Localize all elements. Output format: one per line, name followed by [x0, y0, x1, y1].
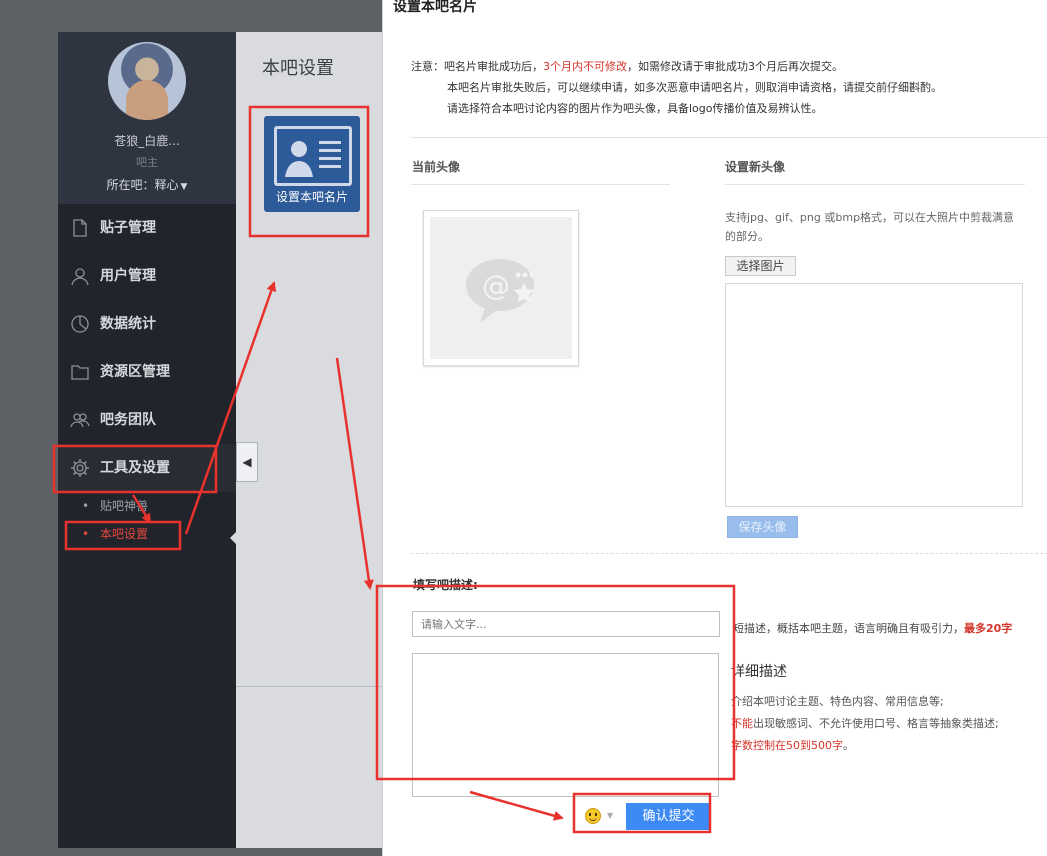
divider — [411, 137, 1047, 138]
sidebar-item-label: 资源区管理 — [100, 364, 170, 380]
sidebar: 苍狼_白鹿... 吧主 所在吧：释心 ▼ 贴子管理 用户管理 数据统计 资源区管理… — [58, 32, 236, 848]
folder-icon — [71, 365, 89, 380]
current-avatar-heading: 当前头像 — [412, 160, 461, 174]
chart-pie-icon — [71, 315, 89, 333]
dashed-divider — [411, 553, 1047, 554]
sidebar-subitem-label: 贴吧神兽 — [100, 499, 149, 513]
default-avatar-placeholder: @ — [430, 217, 572, 359]
sidebar-item-label: 吧务团队 — [100, 412, 156, 428]
current-bar-label: 所在吧：释心 — [106, 178, 179, 192]
chevron-left-icon: ◀ — [242, 455, 252, 469]
sidebar-item-posts[interactable]: 贴子管理 — [58, 204, 236, 252]
long-hint-line1: 介绍本吧讨论主题、特色内容、常用信息等; — [731, 695, 944, 708]
new-avatar-heading: 设置新头像 — [725, 160, 786, 174]
sidebar-item-label: 工具及设置 — [100, 460, 170, 476]
short-description-input[interactable] — [412, 611, 720, 637]
smiley-icon — [585, 808, 601, 824]
user-icon — [71, 268, 89, 286]
sidebar-item-label: 数据统计 — [100, 316, 156, 332]
notice-text: 注意：吧名片审批成功后，3个月内不可修改，如需修改请于审批成功3个月后再次提交。… — [411, 56, 1031, 119]
sidebar-item-label: 用户管理 — [100, 268, 156, 284]
team-icon — [70, 413, 90, 428]
long-hint-line3-end: 。 — [843, 739, 854, 752]
sidebar-item-stats[interactable]: 数据统计 — [58, 300, 236, 348]
bullet-icon: • — [82, 527, 90, 541]
notice-line1-red: 3个月内不可修改 — [543, 60, 627, 73]
dialog-title: 设置本吧名片 — [393, 0, 477, 15]
long-description-heading: 详细描述 — [731, 664, 787, 680]
short-description-hint: 短描述，概括本吧主题，语言明确且有吸引力，最多20字 — [733, 620, 1012, 636]
sidebar-subitem-bar-settings[interactable]: • 本吧设置 — [58, 522, 236, 546]
caret-down-icon: ▼ — [180, 182, 188, 192]
chat-bubble-icon: @ — [466, 259, 535, 323]
description-heading: 填写吧描述: — [413, 578, 478, 592]
long-hint-line2-red: 不能 — [731, 717, 753, 730]
caret-down-icon: ▼ — [607, 811, 614, 820]
divider — [725, 184, 1025, 185]
choose-image-button[interactable]: 选择图片 — [725, 256, 796, 276]
content-area: 本吧设置 设置本吧名片 — [236, 32, 388, 848]
bullet-icon: • — [82, 499, 90, 513]
divider — [411, 184, 670, 185]
set-bar-card-tile[interactable]: 设置本吧名片 — [264, 116, 360, 212]
notice-line3: 请选择符合本吧讨论内容的图片作为吧头像，具备logo传播价值及易辨认性。 — [447, 102, 823, 115]
tile-label: 设置本吧名片 — [275, 190, 348, 204]
short-hint-text: 短描述，概括本吧主题，语言明确且有吸引力， — [733, 622, 964, 635]
collapse-sidebar-button[interactable]: ◀ — [236, 442, 258, 482]
sidebar-subitem-label: 本吧设置 — [100, 527, 149, 541]
sidebar-item-resources[interactable]: 资源区管理 — [58, 348, 236, 396]
sidebar-item-tools-settings[interactable]: 工具及设置 — [58, 444, 236, 492]
long-description-hint: 介绍本吧讨论主题、特色内容、常用信息等; 不能出现敏感词、不允许使用口号、格言等… — [731, 691, 999, 757]
current-avatar: @ — [423, 210, 579, 366]
id-card-icon — [274, 126, 352, 186]
notice-prefix: 注意： — [411, 60, 444, 73]
emoji-picker-button[interactable]: ▼ — [583, 806, 619, 828]
long-hint-line2: 出现敏感词、不允许使用口号、格言等抽象类描述; — [753, 717, 999, 730]
save-avatar-button[interactable]: 保存头像 — [727, 516, 798, 538]
confirm-submit-button[interactable]: 确认提交 — [626, 803, 711, 830]
gear-icon — [71, 459, 89, 477]
document-icon — [73, 219, 87, 237]
sidebar-subitem-mascot[interactable]: • 贴吧神兽 — [58, 494, 236, 518]
short-hint-limit: 最多20字 — [964, 622, 1013, 635]
profile-card: 苍狼_白鹿... 吧主 所在吧：释心 ▼ — [58, 32, 236, 204]
crop-preview-area[interactable] — [725, 283, 1023, 507]
avatar[interactable] — [108, 42, 186, 120]
divider — [236, 686, 388, 687]
svg-text:@: @ — [482, 269, 510, 302]
upload-hint: 支持jpg、gif、png 或bmp格式，可以在大照片中剪裁满意的部分。 — [725, 211, 1015, 243]
admin-panel: 苍狼_白鹿... 吧主 所在吧：释心 ▼ 贴子管理 用户管理 数据统计 资源区管理… — [58, 32, 388, 848]
long-hint-line3-red: 字数控制在50到500字 — [731, 739, 843, 752]
user-role: 吧主 — [136, 156, 158, 169]
long-description-textarea[interactable] — [412, 653, 719, 797]
page-title: 本吧设置 — [262, 58, 334, 79]
notice-line2: 本吧名片审批失败后，可以继续申请，如多次恶意申请吧名片，则取消申请资格，请提交前… — [447, 81, 942, 94]
username[interactable]: 苍狼_白鹿... — [58, 132, 236, 149]
sidebar-item-label: 贴子管理 — [100, 220, 156, 236]
notice-line1-a: 吧名片审批成功后， — [444, 60, 543, 73]
set-bar-card-dialog: 设置本吧名片 注意：吧名片审批成功后，3个月内不可修改，如需修改请于审批成功3个… — [382, 0, 1047, 856]
current-bar-selector[interactable]: 所在吧：释心 ▼ — [58, 176, 236, 193]
sidebar-item-users[interactable]: 用户管理 — [58, 252, 236, 300]
notice-line1-b: ，如需修改请于审批成功3个月后再次提交。 — [627, 60, 843, 73]
sidebar-item-team[interactable]: 吧务团队 — [58, 396, 236, 444]
